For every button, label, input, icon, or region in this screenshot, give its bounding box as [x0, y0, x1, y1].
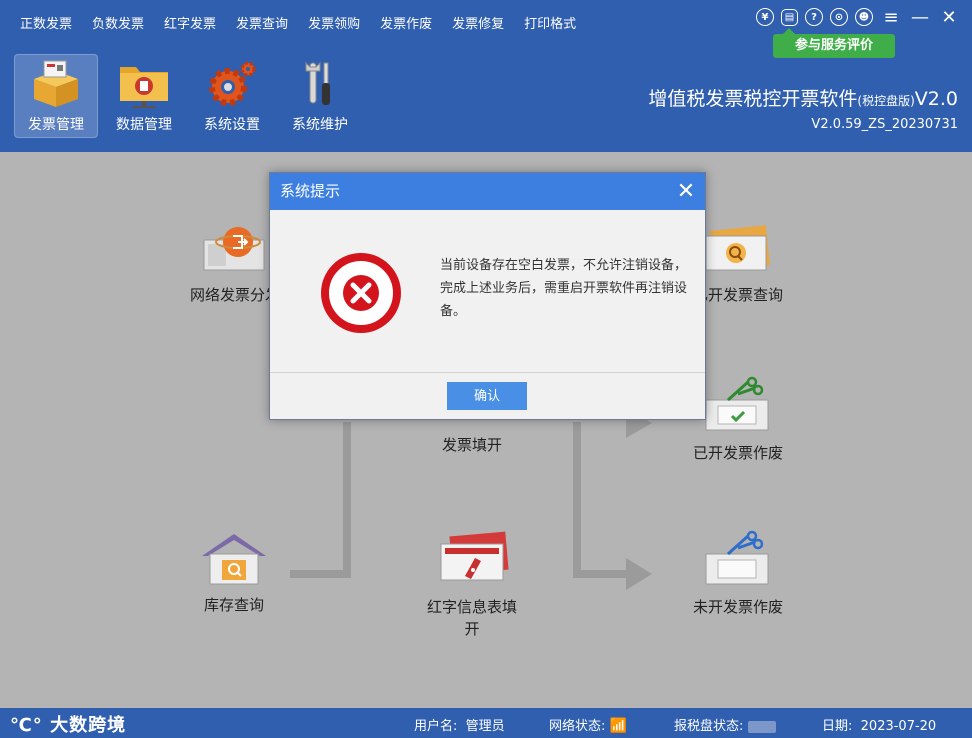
menu-positive-invoice[interactable]: 正数发票 [10, 8, 82, 37]
network-status: 网络状态: 📶 [549, 718, 627, 734]
connector-line [343, 422, 351, 578]
warehouse-icon [202, 534, 266, 585]
invoice-search-icon [705, 225, 770, 271]
node-label: 库存查询 [203, 596, 264, 614]
invoice-scissors-blue-icon [705, 530, 769, 585]
node-label: 发票填开 [441, 436, 502, 454]
help-icon[interactable]: ? [805, 8, 823, 26]
connector-line [290, 570, 351, 578]
folder-icon [116, 58, 172, 110]
node-unissued-invoice-void[interactable]: 未开发票作废 [682, 530, 794, 618]
menu-invoice-void[interactable]: 发票作废 [370, 8, 442, 37]
arrow-icon [626, 558, 652, 590]
node-red-info-fill[interactable]: 红字信息表填开 [416, 530, 528, 640]
product-info: 增值税发票税控开票软件(税控盘版)V2.0 V2.0.59_ZS_2023073… [648, 84, 958, 132]
menu-invoice-purchase[interactable]: 发票领购 [298, 8, 370, 37]
dialog-title-bar: 系统提示 ✕ [270, 173, 705, 210]
system-alert-dialog: 系统提示 ✕ 当前设备存在空白发票，不允许注销设备，完成上述业务后，需重启开票软… [269, 172, 706, 420]
user-icon[interactable]: ☻ [855, 8, 873, 26]
brand-logo: ℃° 大数跨境 [10, 715, 127, 736]
tool-label: 系统维护 [292, 117, 348, 133]
feedback-icon[interactable]: ▤ [781, 8, 798, 26]
user-status: 用户名: 管理员 [414, 719, 505, 734]
lock-icon[interactable]: ⊙ [830, 8, 848, 26]
tool-label: 发票管理 [28, 117, 84, 133]
currency-icon[interactable]: ¥ [756, 8, 774, 26]
wifi-icon: 📶 [609, 718, 627, 734]
tool-label: 系统设置 [204, 117, 260, 133]
close-icon[interactable]: ✕ [675, 173, 697, 210]
node-stock-query[interactable]: 库存查询 [180, 530, 288, 616]
error-icon [321, 253, 401, 333]
menu-invoice-query[interactable]: 发票查询 [226, 8, 298, 37]
gear-icon [204, 58, 260, 110]
product-name: 增值税发票税控开票软件(税控盘版)V2.0 [648, 88, 958, 110]
connector-line [573, 422, 581, 578]
menu-invoice-repair[interactable]: 发票修复 [442, 8, 514, 37]
connector-line [573, 570, 631, 578]
tool-system-settings[interactable]: 系统设置 [190, 54, 274, 138]
minimize-icon[interactable]: — [909, 7, 931, 28]
menu-red-invoice[interactable]: 红字发票 [154, 8, 226, 37]
red-invoice-pen-icon [440, 531, 509, 581]
status-bar: ℃° 大数跨境 用户名: 管理员 网络状态: 📶 报税盘状态: 日期: 2023… [0, 708, 972, 738]
date-status: 日期: 2023-07-20 [822, 719, 937, 734]
tool-data-management[interactable]: 数据管理 [102, 54, 186, 138]
confirm-button[interactable]: 确认 [447, 382, 527, 410]
brand-mark-icon: ℃° [10, 715, 51, 736]
menu-print-format[interactable]: 打印格式 [514, 8, 586, 37]
tax-disk-icon [747, 720, 776, 733]
tool-label: 数据管理 [116, 117, 172, 133]
node-label: 红字信息表填开 [426, 598, 517, 638]
tool-system-maintenance[interactable]: 系统维护 [278, 54, 362, 138]
menu-negative-invoice[interactable]: 负数发票 [82, 8, 154, 37]
node-label: 已开发票作废 [692, 444, 783, 462]
invoice-scissors-icon [705, 376, 769, 431]
close-window-icon[interactable]: ✕ [938, 7, 960, 28]
window-controls: ¥ ▤ ? ⊙ ☻ ≡ — ✕ [756, 7, 960, 28]
wrench-icon [292, 58, 348, 110]
top-header: 正数发票 负数发票 红字发票 发票查询 发票领购 发票作废 发票修复 打印格式 … [0, 0, 972, 152]
tool-invoice-management[interactable]: 发票管理 [14, 54, 98, 138]
menu-bar: 正数发票 负数发票 红字发票 发票查询 发票领购 发票作废 发票修复 打印格式 [10, 8, 586, 37]
dialog-body: 当前设备存在空白发票，不允许注销设备，完成上述业务后，需重启开票软件再注销设备。 [270, 210, 705, 373]
dialog-message: 当前设备存在空白发票，不允许注销设备，完成上述业务后，需重启开票软件再注销设备。 [440, 258, 688, 319]
network-invoice-icon [203, 227, 265, 271]
menu-icon[interactable]: ≡ [880, 7, 902, 28]
product-version: V2.0.59_ZS_20230731 [811, 117, 958, 132]
tax-disk-status: 报税盘状态: [674, 715, 776, 734]
invoice-box-icon [28, 58, 84, 110]
dialog-title: 系统提示 [280, 182, 341, 200]
node-label: 未开发票作废 [692, 598, 783, 616]
service-evaluation-button[interactable]: 参与服务评价 [773, 28, 895, 58]
tool-ribbon: 发票管理 数据管理 系统设置 系统维护 [14, 54, 362, 138]
